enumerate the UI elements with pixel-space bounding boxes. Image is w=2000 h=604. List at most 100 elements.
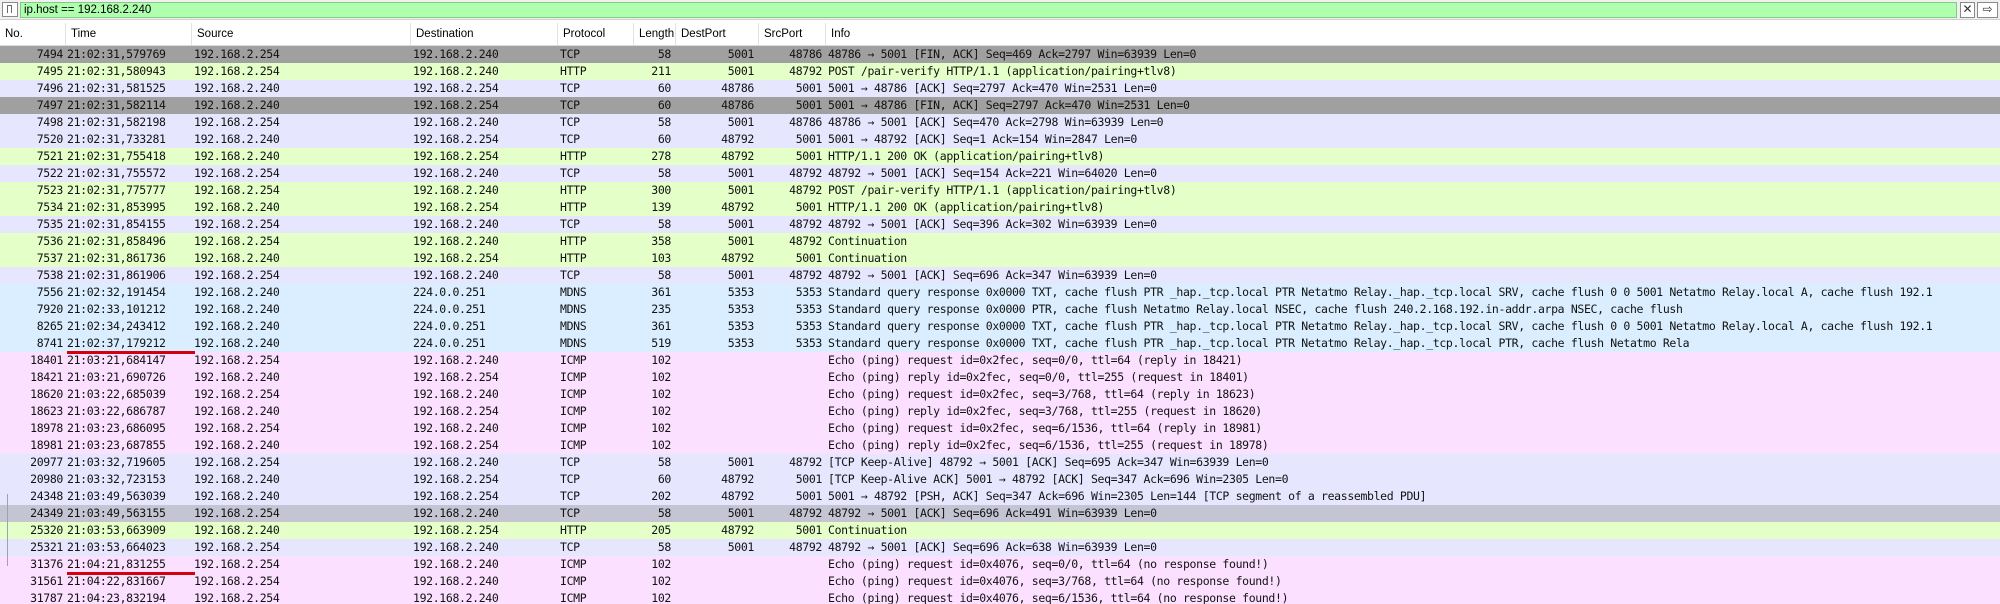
packet-info: Echo (ping) request id=0x4076, seq=6/153… bbox=[828, 591, 1289, 604]
packet-number: 7496 bbox=[36, 81, 63, 95]
packet-row[interactable]: 7520 21:02:31,733281 192.168.2.240 192.168.… bbox=[0, 131, 2000, 148]
packet-time: 21:03:23,687855 bbox=[67, 438, 166, 452]
column-header-info[interactable]: Info bbox=[826, 23, 2000, 45]
packet-time: 21:03:32,719605 bbox=[67, 455, 166, 469]
packet-number: 7534 bbox=[36, 200, 63, 214]
packet-srcport: 48792 bbox=[789, 455, 822, 469]
packet-destport: 5353 bbox=[727, 319, 754, 333]
packet-destination: 192.168.2.254 bbox=[413, 132, 499, 146]
packet-length: 102 bbox=[651, 557, 671, 571]
packet-info: Continuation bbox=[828, 523, 907, 537]
packet-destport: 5001 bbox=[727, 183, 754, 197]
packet-info: Echo (ping) request id=0x4076, seq=3/768… bbox=[828, 574, 1282, 588]
packet-destination: 224.0.0.251 bbox=[413, 285, 486, 299]
packet-row[interactable]: 25320 21:03:53,663909 192.168.2.240 192.168… bbox=[0, 522, 2000, 539]
packet-destination: 192.168.2.240 bbox=[413, 217, 499, 231]
packet-row[interactable]: 24349 21:03:49,563155 192.168.2.254 192.168… bbox=[0, 505, 2000, 522]
packet-row[interactable]: 7521 21:02:31,755418 192.168.2.240 192.168.… bbox=[0, 148, 2000, 165]
packet-length: 102 bbox=[651, 591, 671, 604]
apply-filter-button[interactable]: ⇨ bbox=[1977, 2, 1998, 18]
packet-source: 192.168.2.240 bbox=[194, 132, 280, 146]
packet-length: 278 bbox=[651, 149, 671, 163]
packet-source: 192.168.2.240 bbox=[194, 285, 280, 299]
column-header-time[interactable]: Time bbox=[66, 23, 192, 45]
packet-srcport: 48792 bbox=[789, 540, 822, 554]
packet-info: Continuation bbox=[828, 234, 907, 248]
packet-row[interactable]: 7535 21:02:31,854155 192.168.2.254 192.168.… bbox=[0, 216, 2000, 233]
column-header-srcport[interactable]: SrcPort bbox=[759, 23, 826, 45]
packet-destination: 192.168.2.240 bbox=[413, 574, 499, 588]
packet-row[interactable]: 18623 21:03:22,686787 192.168.2.240 192.168… bbox=[0, 403, 2000, 420]
column-header-source[interactable]: Source bbox=[192, 23, 411, 45]
packet-row[interactable]: 8265 21:02:34,243412 192.168.2.240 224.0.0.… bbox=[0, 318, 2000, 335]
packet-row[interactable]: 25321 21:03:53,664023 192.168.2.254 192.168… bbox=[0, 539, 2000, 556]
packet-row[interactable]: 18620 21:03:22,685039 192.168.2.254 192.168… bbox=[0, 386, 2000, 403]
packet-info: Standard query response 0x0000 TXT, cach… bbox=[828, 285, 1933, 299]
clear-filter-button[interactable]: ✕ bbox=[1960, 2, 1975, 18]
packet-row[interactable]: 7522 21:02:31,755572 192.168.2.254 192.168.… bbox=[0, 165, 2000, 182]
packet-row[interactable]: 24348 21:03:49,563039 192.168.2.240 192.168… bbox=[0, 488, 2000, 505]
packet-row[interactable]: 18401 21:03:21,684147 192.168.2.254 192.168… bbox=[0, 352, 2000, 369]
packet-srcport: 48792 bbox=[789, 234, 822, 248]
packet-row[interactable]: 31561 21:04:22,831667 192.168.2.254 192.168… bbox=[0, 573, 2000, 590]
packet-srcport: 5353 bbox=[795, 319, 822, 333]
packet-length: 202 bbox=[651, 489, 671, 503]
packet-row[interactable]: 7534 21:02:31,853995 192.168.2.240 192.168.… bbox=[0, 199, 2000, 216]
packet-destport: 48792 bbox=[721, 132, 754, 146]
packet-row[interactable]: 7920 21:02:33,101212 192.168.2.240 224.0.0.… bbox=[0, 301, 2000, 318]
packet-row[interactable]: 31376 21:04:21,831255 192.168.2.254 192.168… bbox=[0, 556, 2000, 573]
packet-info: 5001 → 48792 [PSH, ACK] Seq=347 Ack=696 … bbox=[828, 489, 1427, 503]
packet-source: 192.168.2.240 bbox=[194, 472, 280, 486]
column-header-no[interactable]: No. bbox=[0, 23, 66, 45]
bookmark-icon[interactable] bbox=[2, 2, 18, 17]
packet-source: 192.168.2.240 bbox=[194, 98, 280, 112]
packet-protocol: TCP bbox=[560, 455, 580, 469]
packet-row[interactable]: 8741 21:02:37,179212 192.168.2.240 224.0.0.… bbox=[0, 335, 2000, 352]
packet-protocol: TCP bbox=[560, 132, 580, 146]
packet-row[interactable]: 7496 21:02:31,581525 192.168.2.240 192.168.… bbox=[0, 80, 2000, 97]
packet-row[interactable]: 7537 21:02:31,861736 192.168.2.240 192.168.… bbox=[0, 250, 2000, 267]
packet-protocol: TCP bbox=[560, 472, 580, 486]
packet-time: 21:02:34,243412 bbox=[67, 319, 166, 333]
packet-destport bbox=[678, 556, 754, 573]
packet-time: 21:02:37,179212 bbox=[67, 336, 166, 350]
packet-time: 21:02:32,191454 bbox=[67, 285, 166, 299]
packet-time: 21:04:22,831667 bbox=[67, 574, 166, 588]
packet-row[interactable]: 7523 21:02:31,775777 192.168.2.254 192.168.… bbox=[0, 182, 2000, 199]
packet-source: 192.168.2.254 bbox=[194, 506, 280, 520]
packet-row[interactable]: 7538 21:02:31,861906 192.168.2.254 192.168.… bbox=[0, 267, 2000, 284]
packet-destport: 5001 bbox=[727, 47, 754, 61]
packet-srcport bbox=[758, 573, 822, 590]
packet-srcport: 5001 bbox=[795, 251, 822, 265]
display-filter-input[interactable] bbox=[20, 2, 1957, 18]
packet-destination: 192.168.2.254 bbox=[413, 370, 499, 384]
packet-row[interactable]: 7495 21:02:31,580943 192.168.2.254 192.168.… bbox=[0, 63, 2000, 80]
packet-row[interactable]: 7556 21:02:32,191454 192.168.2.240 224.0.0.… bbox=[0, 284, 2000, 301]
column-header-length[interactable]: Length bbox=[634, 23, 676, 45]
packet-protocol: HTTP bbox=[560, 200, 587, 214]
column-header-protocol[interactable]: Protocol bbox=[558, 23, 634, 45]
packet-time: 21:02:31,861906 bbox=[67, 268, 166, 282]
packet-row[interactable]: 18421 21:03:21,690726 192.168.2.240 192.168… bbox=[0, 369, 2000, 386]
packet-row[interactable]: 20977 21:03:32,719605 192.168.2.254 192.168… bbox=[0, 454, 2000, 471]
packet-info: Standard query response 0x0000 TXT, cach… bbox=[828, 319, 1933, 333]
column-header-destport[interactable]: DestPort bbox=[676, 23, 759, 45]
packet-row[interactable]: 31787 21:04:23,832194 192.168.2.254 192.168… bbox=[0, 590, 2000, 604]
packet-destination: 224.0.0.251 bbox=[413, 336, 486, 350]
packet-destination: 192.168.2.254 bbox=[413, 149, 499, 163]
packet-row[interactable]: 7497 21:02:31,582114 192.168.2.240 192.168.… bbox=[0, 97, 2000, 114]
packet-srcport bbox=[758, 420, 822, 437]
packet-srcport: 5001 bbox=[795, 81, 822, 95]
column-header-destination[interactable]: Destination bbox=[411, 23, 558, 45]
packet-source: 192.168.2.240 bbox=[194, 370, 280, 384]
packet-row[interactable]: 7536 21:02:31,858496 192.168.2.254 192.168.… bbox=[0, 233, 2000, 250]
packet-srcport: 48786 bbox=[789, 115, 822, 129]
packet-row[interactable]: 18981 21:03:23,687855 192.168.2.240 192.168… bbox=[0, 437, 2000, 454]
packet-row[interactable]: 20980 21:03:32,723153 192.168.2.240 192.168… bbox=[0, 471, 2000, 488]
packet-info: 5001 → 48786 [ACK] Seq=2797 Ack=470 Win=… bbox=[828, 81, 1157, 95]
packet-row[interactable]: 7494 21:02:31,579769 192.168.2.254 192.168.… bbox=[0, 46, 2000, 63]
packet-source: 192.168.2.254 bbox=[194, 47, 280, 61]
packet-row[interactable]: 7498 21:02:31,582198 192.168.2.254 192.168.… bbox=[0, 114, 2000, 131]
packet-protocol: ICMP bbox=[560, 574, 587, 588]
packet-row[interactable]: 18978 21:03:23,686095 192.168.2.254 192.168… bbox=[0, 420, 2000, 437]
